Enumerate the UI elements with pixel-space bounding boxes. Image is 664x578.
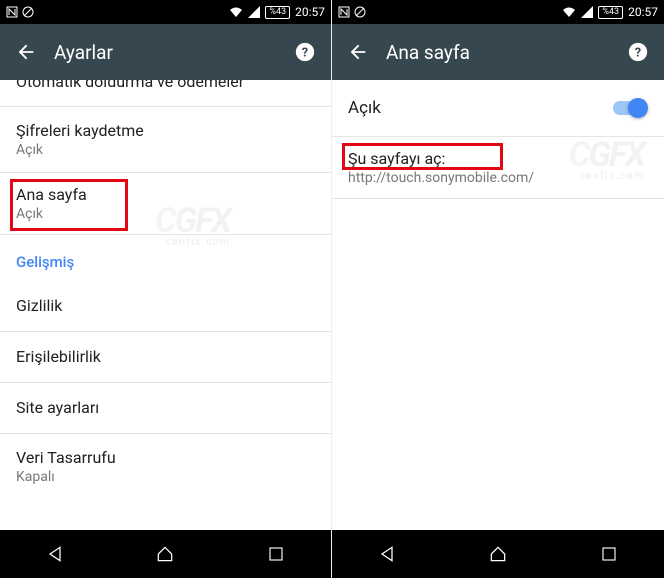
battery-icon: %43 xyxy=(265,6,290,19)
switch-on[interactable] xyxy=(612,98,648,118)
back-button[interactable] xyxy=(10,36,42,68)
back-button[interactable] xyxy=(342,36,374,68)
list-item-accessibility[interactable]: Erişilebilirlik xyxy=(0,332,331,383)
item-title: Gizlilik xyxy=(16,295,315,317)
clock: 20:57 xyxy=(295,5,325,19)
status-bar: %43 20:57 xyxy=(0,0,331,24)
item-title: Site ayarları xyxy=(16,397,315,419)
settings-list: Otomatik doldurma ve ödemeler Şifreleri … xyxy=(0,80,331,530)
appbar-title: Ana sayfa xyxy=(386,41,622,64)
item-subtitle: http://touch.sonymobile.com/ xyxy=(348,170,648,186)
nav-recents-button[interactable] xyxy=(579,536,639,572)
list-item-passwords[interactable]: Şifreleri kaydetme Açık xyxy=(0,107,331,173)
item-title: Erişilebilirlik xyxy=(16,346,315,368)
wifi-icon xyxy=(229,6,243,18)
wifi-icon xyxy=(562,6,576,18)
list-item-autofill[interactable]: Otomatik doldurma ve ödemeler xyxy=(0,80,331,107)
list-item-open-page[interactable]: Şu sayfayı aç: http://touch.sonymobile.c… xyxy=(332,137,664,199)
section-label-advanced: Gelişmiş xyxy=(0,235,331,281)
help-button[interactable]: ? xyxy=(622,36,654,68)
item-subtitle: Kapalı xyxy=(16,469,315,485)
nav-home-button[interactable] xyxy=(135,536,195,572)
battery-percent: %43 xyxy=(269,7,286,17)
help-button[interactable]: ? xyxy=(289,36,321,68)
nav-back-button[interactable] xyxy=(25,536,85,572)
battery-icon: %43 xyxy=(598,6,623,19)
toggle-label: Açık xyxy=(348,98,612,118)
app-bar: Ayarlar ? xyxy=(0,24,331,80)
toggle-row-enabled[interactable]: Açık xyxy=(332,80,664,137)
list-item-data-saver[interactable]: Veri Tasarrufu Kapalı xyxy=(0,434,331,499)
homepage-settings: Açık Şu sayfayı aç: http://touch.sonymob… xyxy=(332,80,664,530)
no-sim-icon xyxy=(22,6,34,18)
battery-percent: %43 xyxy=(602,7,619,17)
svg-text:?: ? xyxy=(302,46,308,61)
nav-bar xyxy=(0,530,331,578)
nav-back-button[interactable] xyxy=(357,536,417,572)
signal-icon xyxy=(581,6,593,18)
appbar-title: Ayarlar xyxy=(54,41,289,64)
signal-icon xyxy=(248,6,260,18)
nav-home-button[interactable] xyxy=(468,536,528,572)
item-title: Veri Tasarrufu xyxy=(16,448,315,467)
item-title: Şifreleri kaydetme xyxy=(16,121,315,140)
phone-screenshot-left: %43 20:57 Ayarlar ? Otomatik doldurma ve… xyxy=(0,0,332,578)
app-bar: Ana sayfa ? xyxy=(332,24,664,80)
nav-bar xyxy=(332,530,664,578)
nfc-icon xyxy=(6,6,18,18)
list-item-homepage[interactable]: Ana sayfa Açık xyxy=(0,173,331,235)
clock: 20:57 xyxy=(628,5,658,19)
item-subtitle: Açık xyxy=(16,206,315,222)
item-title: Ana sayfa xyxy=(16,185,315,204)
item-title: Otomatik doldurma ve ödemeler xyxy=(16,80,244,91)
item-subtitle: Açık xyxy=(16,142,315,158)
nfc-icon xyxy=(338,6,350,18)
list-item-privacy[interactable]: Gizlilik xyxy=(0,281,331,332)
no-sim-icon xyxy=(354,6,366,18)
phone-screenshot-right: %43 20:57 Ana sayfa ? Açık Şu sayfay xyxy=(332,0,664,578)
item-title: Şu sayfayı aç: xyxy=(348,149,648,168)
nav-recents-button[interactable] xyxy=(246,536,306,572)
status-bar: %43 20:57 xyxy=(332,0,664,24)
svg-text:?: ? xyxy=(635,46,641,61)
list-item-site-settings[interactable]: Site ayarları xyxy=(0,383,331,434)
